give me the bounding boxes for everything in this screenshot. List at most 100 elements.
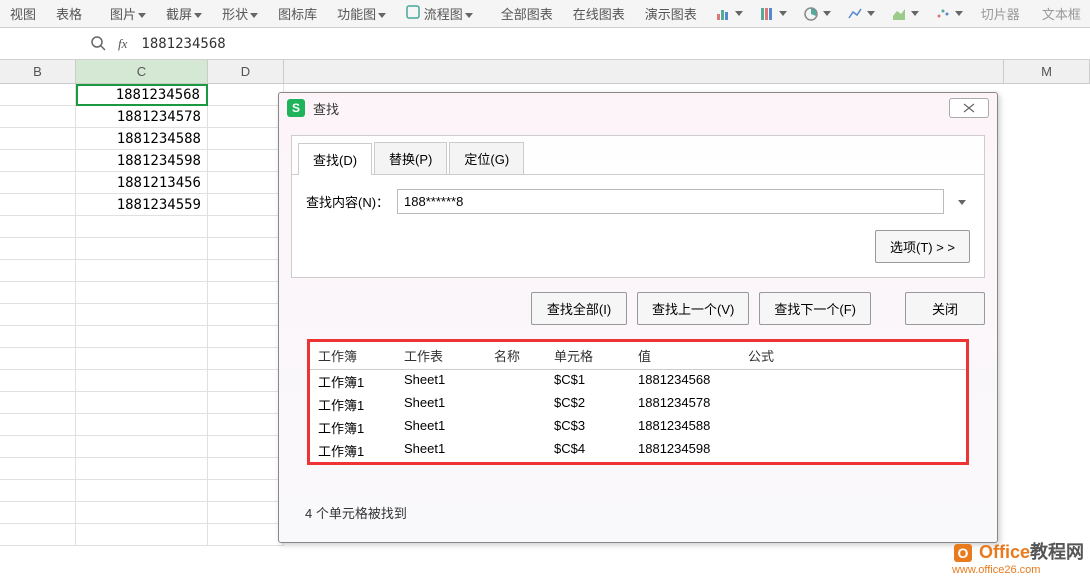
- cell[interactable]: [208, 260, 284, 282]
- cell[interactable]: [208, 84, 284, 106]
- cell[interactable]: [76, 260, 208, 282]
- options-button[interactable]: 选项(T) > >: [875, 230, 970, 263]
- zoom-icon[interactable]: [90, 35, 108, 53]
- formula-input[interactable]: 1881234568: [137, 32, 1090, 56]
- cell[interactable]: [208, 216, 284, 238]
- cell[interactable]: [76, 304, 208, 326]
- header-workbook[interactable]: 工作簿: [318, 346, 404, 365]
- cell[interactable]: [0, 348, 76, 370]
- cell[interactable]: [0, 216, 76, 238]
- cell[interactable]: [0, 414, 76, 436]
- cell[interactable]: [208, 106, 284, 128]
- search-dropdown[interactable]: [952, 194, 970, 209]
- cell[interactable]: [76, 216, 208, 238]
- tab-goto[interactable]: 定位(G): [449, 142, 524, 174]
- cell[interactable]: [76, 282, 208, 304]
- cell[interactable]: [208, 458, 284, 480]
- header-value[interactable]: 值: [638, 346, 748, 365]
- cell[interactable]: [208, 392, 284, 414]
- cell[interactable]: [208, 436, 284, 458]
- cell[interactable]: [0, 128, 76, 150]
- cell[interactable]: [76, 458, 208, 480]
- toolbar-presentcharts[interactable]: 演示图表: [639, 2, 703, 25]
- result-row[interactable]: 工作簿1Sheet1$C$31881234588: [310, 416, 966, 439]
- header-cell[interactable]: 单元格: [554, 346, 638, 365]
- tab-find[interactable]: 查找(D): [298, 143, 372, 175]
- cell[interactable]: [208, 524, 284, 546]
- toolbar-chart-icon2[interactable]: [755, 4, 791, 24]
- find-prev-button[interactable]: 查找上一个(V): [637, 292, 749, 325]
- toolbar-table[interactable]: 表格: [50, 2, 88, 25]
- header-formula[interactable]: 公式: [748, 346, 958, 365]
- cell[interactable]: [0, 194, 76, 216]
- toolbar-chart-icon3[interactable]: [799, 4, 835, 24]
- toolbar-chart-icon4[interactable]: [843, 4, 879, 24]
- cell[interactable]: [76, 480, 208, 502]
- cell[interactable]: [0, 524, 76, 546]
- toolbar-allcharts[interactable]: 全部图表: [495, 2, 559, 25]
- cell[interactable]: [76, 414, 208, 436]
- col-header-c[interactable]: C: [76, 60, 208, 83]
- result-row[interactable]: 工作簿1Sheet1$C$11881234568: [310, 370, 966, 393]
- toolbar-slicer[interactable]: 切片器: [975, 2, 1026, 25]
- cell[interactable]: [208, 370, 284, 392]
- cell[interactable]: [208, 238, 284, 260]
- cell[interactable]: [0, 260, 76, 282]
- cell[interactable]: [208, 502, 284, 524]
- cell[interactable]: [208, 194, 284, 216]
- cell[interactable]: [0, 106, 76, 128]
- find-all-button[interactable]: 查找全部(I): [531, 292, 627, 325]
- cell[interactable]: [0, 304, 76, 326]
- col-header-m[interactable]: M: [1004, 60, 1090, 83]
- search-input[interactable]: [397, 189, 944, 214]
- cell[interactable]: [0, 392, 76, 414]
- col-header-d[interactable]: D: [208, 60, 284, 83]
- toolbar-textbox[interactable]: 文本框: [1036, 2, 1087, 25]
- cell[interactable]: [208, 480, 284, 502]
- cell[interactable]: [0, 84, 76, 106]
- cell[interactable]: [76, 392, 208, 414]
- result-row[interactable]: 工作簿1Sheet1$C$41881234598: [310, 439, 966, 462]
- cell[interactable]: [0, 238, 76, 260]
- cell[interactable]: [76, 502, 208, 524]
- cell[interactable]: [76, 348, 208, 370]
- cell[interactable]: [0, 458, 76, 480]
- toolbar-flowchart[interactable]: 流程图: [400, 2, 479, 25]
- cell[interactable]: [76, 370, 208, 392]
- cell[interactable]: [76, 524, 208, 546]
- cell-c3[interactable]: 1881234588: [76, 128, 208, 150]
- cell[interactable]: [208, 282, 284, 304]
- cell[interactable]: [0, 150, 76, 172]
- cell[interactable]: [76, 436, 208, 458]
- toolbar-image[interactable]: 图片: [104, 2, 152, 25]
- fx-label[interactable]: fx: [118, 36, 127, 52]
- toolbar-shape[interactable]: 形状: [216, 2, 264, 25]
- toolbar-iconlib[interactable]: 图标库: [272, 2, 323, 25]
- cell[interactable]: [208, 326, 284, 348]
- header-worksheet[interactable]: 工作表: [404, 346, 494, 365]
- tab-replace[interactable]: 替换(P): [374, 142, 447, 174]
- cell-c6[interactable]: 1881234559: [76, 194, 208, 216]
- cell[interactable]: [76, 238, 208, 260]
- toolbar-chart-icon6[interactable]: [931, 4, 967, 24]
- col-header-b[interactable]: B: [0, 60, 76, 83]
- cell[interactable]: [208, 348, 284, 370]
- cell[interactable]: [0, 370, 76, 392]
- toolbar-chart-icon1[interactable]: [711, 4, 747, 24]
- cell[interactable]: [208, 150, 284, 172]
- cell-c5[interactable]: 1881213456: [76, 172, 208, 194]
- toolbar-chart-icon5[interactable]: [887, 4, 923, 24]
- active-cell-c1[interactable]: 1881234568: [76, 84, 208, 106]
- cell[interactable]: [0, 326, 76, 348]
- find-next-button[interactable]: 查找下一个(F): [759, 292, 871, 325]
- cell[interactable]: [208, 172, 284, 194]
- close-button[interactable]: 关闭: [905, 292, 985, 325]
- toolbar-screenshot[interactable]: 截屏: [160, 2, 208, 25]
- cell-c2[interactable]: 1881234578: [76, 106, 208, 128]
- cell[interactable]: [0, 282, 76, 304]
- cell[interactable]: [0, 480, 76, 502]
- cell[interactable]: [208, 304, 284, 326]
- cell[interactable]: [0, 436, 76, 458]
- toolbar-view[interactable]: 视图: [4, 2, 42, 25]
- cell[interactable]: [208, 414, 284, 436]
